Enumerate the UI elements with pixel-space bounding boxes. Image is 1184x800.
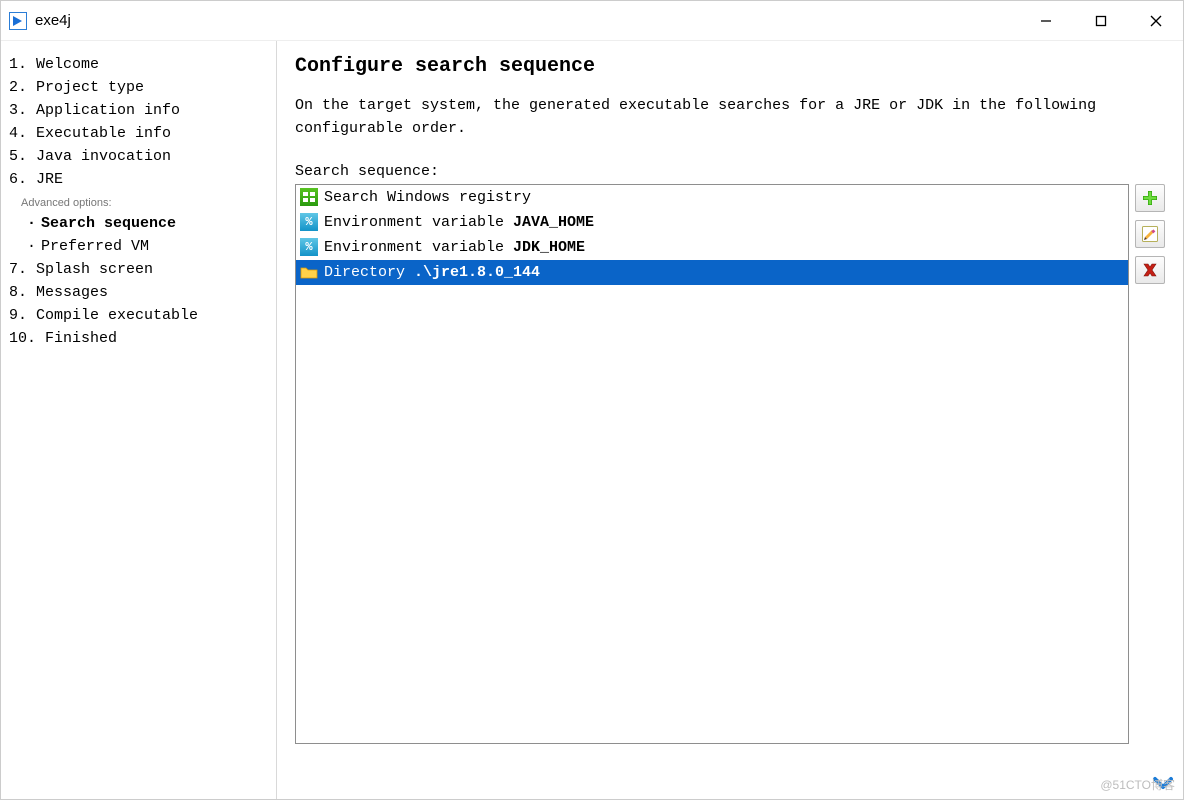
maximize-button[interactable] bbox=[1073, 2, 1128, 40]
delete-icon bbox=[1141, 261, 1159, 279]
page-description: On the target system, the generated exec… bbox=[295, 94, 1165, 141]
sidebar-step[interactable]: 2. Project type bbox=[9, 76, 276, 99]
remove-button[interactable] bbox=[1135, 256, 1165, 284]
titlebar: exe4j bbox=[1, 1, 1183, 41]
sidebar-step[interactable]: 7. Splash screen bbox=[9, 258, 276, 281]
sidebar-substep[interactable]: ·Search sequence bbox=[9, 212, 276, 235]
minimize-button[interactable] bbox=[1018, 2, 1073, 40]
search-sequence-listbox[interactable]: Search Windows registry% Environment vari… bbox=[295, 184, 1129, 744]
list-item-label: Directory .\jre1.8.0_144 bbox=[324, 264, 540, 281]
list-item[interactable]: Search Windows registry bbox=[296, 185, 1128, 210]
registry-icon bbox=[300, 188, 318, 206]
main-panel: Configure search sequence On the target … bbox=[277, 41, 1183, 799]
window-controls bbox=[1018, 2, 1183, 40]
minimize-icon bbox=[1040, 15, 1052, 27]
sidebar-step[interactable]: 10. Finished bbox=[9, 327, 276, 350]
edit-icon bbox=[1141, 225, 1159, 243]
close-icon bbox=[1150, 15, 1162, 27]
watermark: @51CTO博客 bbox=[1100, 776, 1175, 793]
sidebar-step[interactable]: 6. JRE bbox=[9, 168, 276, 191]
sidebar: 1. Welcome2. Project type3. Application … bbox=[1, 41, 277, 799]
list-label: Search sequence: bbox=[295, 163, 1165, 180]
window-title: exe4j bbox=[35, 12, 71, 29]
sidebar-step[interactable]: 3. Application info bbox=[9, 99, 276, 122]
list-item[interactable]: Directory .\jre1.8.0_144 bbox=[296, 260, 1128, 285]
edit-button[interactable] bbox=[1135, 220, 1165, 248]
app-window: exe4j 1. Welcome2. Project type3. Applic… bbox=[0, 0, 1184, 800]
advanced-options-header: Advanced options: bbox=[9, 191, 276, 212]
list-item-label: Search Windows registry bbox=[324, 189, 531, 206]
list-item[interactable]: % Environment variable JDK_HOME bbox=[296, 235, 1128, 260]
add-button[interactable] bbox=[1135, 184, 1165, 212]
maximize-icon bbox=[1095, 15, 1107, 27]
list-item[interactable]: % Environment variable JAVA_HOME bbox=[296, 210, 1128, 235]
sidebar-step[interactable]: 9. Compile executable bbox=[9, 304, 276, 327]
sidebar-step[interactable]: 1. Welcome bbox=[9, 53, 276, 76]
sidebar-step[interactable]: 8. Messages bbox=[9, 281, 276, 304]
plus-icon bbox=[1141, 189, 1159, 207]
list-item-label: Environment variable JDK_HOME bbox=[324, 239, 585, 256]
folder-icon bbox=[300, 263, 318, 281]
env-var-icon: % bbox=[300, 238, 318, 256]
list-item-label: Environment variable JAVA_HOME bbox=[324, 214, 594, 231]
body: 1. Welcome2. Project type3. Application … bbox=[1, 41, 1183, 799]
list-buttons bbox=[1135, 184, 1165, 744]
app-icon bbox=[9, 12, 27, 30]
page-heading: Configure search sequence bbox=[295, 55, 1165, 78]
close-button[interactable] bbox=[1128, 2, 1183, 40]
sidebar-substep[interactable]: ·Preferred VM bbox=[9, 235, 276, 258]
env-var-icon: % bbox=[300, 213, 318, 231]
list-area: Search Windows registry% Environment vari… bbox=[295, 184, 1165, 744]
sidebar-step[interactable]: 4. Executable info bbox=[9, 122, 276, 145]
sidebar-step[interactable]: 5. Java invocation bbox=[9, 145, 276, 168]
